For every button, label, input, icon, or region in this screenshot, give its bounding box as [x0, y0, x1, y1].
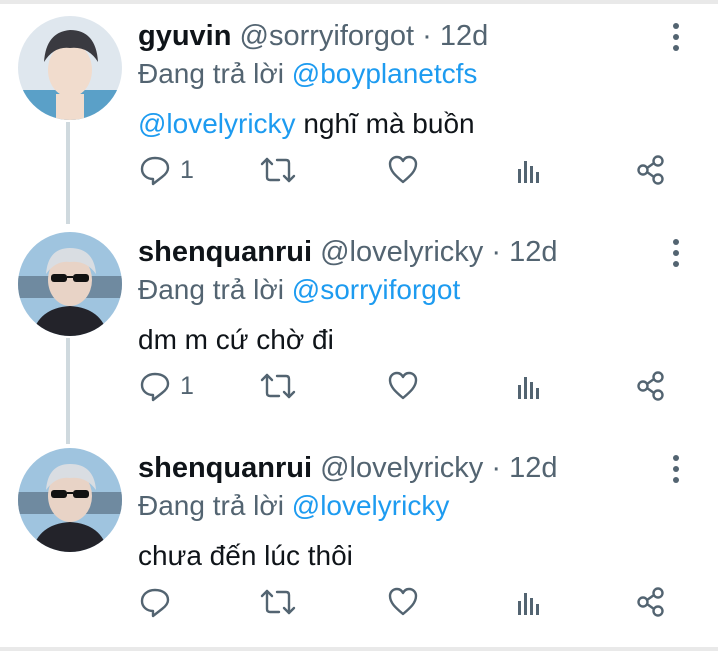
tweet-text: @lovelyricky nghĩ mà buồn [138, 106, 475, 142]
display-name[interactable]: shenquanrui [138, 236, 312, 268]
tweet-body: chưa đến lúc thôi [138, 540, 353, 571]
retweet-icon [260, 373, 296, 399]
handle[interactable]: @lovelyricky [320, 236, 483, 268]
reply-context: Đang trả lời @lovelyricky [138, 488, 449, 524]
retweet-icon [260, 157, 296, 183]
like-button[interactable] [386, 582, 420, 622]
views-button[interactable] [512, 582, 546, 622]
tweet[interactable]: shenquanrui @lovelyricky · 12d Đang trả … [0, 216, 718, 432]
timestamp[interactable]: 12d [509, 452, 557, 484]
avatar[interactable] [18, 232, 122, 336]
handle[interactable]: @lovelyricky [320, 452, 483, 484]
timestamp[interactable]: 12d [509, 236, 557, 268]
display-name[interactable]: gyuvin [138, 20, 231, 52]
tweet-header: gyuvin @sorryiforgot · 12d [138, 18, 488, 54]
tweet[interactable]: shenquanrui @lovelyricky · 12d Đang trả … [0, 432, 718, 648]
views-button[interactable] [512, 150, 546, 190]
reply-button[interactable]: 1 [138, 366, 194, 406]
separator: · [491, 452, 501, 484]
reply-to-link[interactable]: @sorryiforgot [292, 274, 460, 305]
mention-link[interactable]: @lovelyricky [138, 108, 296, 139]
reply-to-link[interactable]: @boyplanetcfs [292, 58, 478, 89]
like-button[interactable] [386, 366, 420, 406]
views-icon [518, 161, 539, 183]
tweet-header: shenquanrui @lovelyricky · 12d [138, 450, 557, 486]
retweet-button[interactable] [258, 582, 298, 622]
more-options-icon[interactable] [664, 20, 688, 56]
tweet-body: dm m cứ chờ đi [138, 324, 334, 355]
share-icon [637, 155, 664, 185]
like-icon [388, 587, 418, 616]
share-icon [637, 587, 664, 617]
like-button[interactable] [386, 150, 420, 190]
tweet-text: dm m cứ chờ đi [138, 322, 334, 358]
reply-count: 1 [180, 155, 194, 184]
reply-icon [140, 372, 170, 402]
views-icon [518, 377, 539, 399]
reply-context: Đang trả lời @boyplanetcfs [138, 56, 477, 92]
timestamp[interactable]: 12d [440, 20, 488, 52]
tweet[interactable]: gyuvin @sorryiforgot · 12d Đang trả lời … [0, 0, 718, 216]
more-options-icon[interactable] [664, 452, 688, 488]
reply-count: 1 [180, 371, 194, 400]
share-button[interactable] [634, 366, 668, 406]
avatar[interactable] [18, 16, 122, 120]
share-button[interactable] [634, 582, 668, 622]
reply-context: Đang trả lời @sorryiforgot [138, 272, 460, 308]
more-options-icon[interactable] [664, 236, 688, 272]
bottom-divider [0, 647, 718, 651]
retweet-button[interactable] [258, 366, 298, 406]
reply-button[interactable]: 1 [138, 150, 194, 190]
separator: · [422, 20, 432, 52]
views-icon [518, 593, 539, 615]
reply-to-link[interactable]: @lovelyricky [292, 490, 450, 521]
share-button[interactable] [634, 150, 668, 190]
tweet-header: shenquanrui @lovelyricky · 12d [138, 234, 557, 270]
share-icon [637, 371, 664, 401]
reply-prefix: Đang trả lời [138, 58, 284, 89]
reply-prefix: Đang trả lời [138, 274, 284, 305]
display-name[interactable]: shenquanrui [138, 452, 312, 484]
handle[interactable]: @sorryiforgot [240, 20, 414, 52]
retweet-icon [260, 589, 296, 615]
action-bar: 1 [0, 366, 718, 406]
tweet-body: nghĩ mà buồn [295, 108, 475, 139]
retweet-button[interactable] [258, 150, 298, 190]
action-bar: 1 [0, 150, 718, 190]
action-bar [0, 582, 718, 622]
reply-icon [140, 156, 170, 186]
reply-button[interactable] [138, 582, 180, 622]
separator: · [491, 236, 501, 268]
avatar[interactable] [18, 448, 122, 552]
tweet-text: chưa đến lúc thôi [138, 538, 353, 574]
like-icon [388, 155, 418, 184]
like-icon [388, 371, 418, 400]
reply-icon [140, 588, 170, 618]
views-button[interactable] [512, 366, 546, 406]
reply-prefix: Đang trả lời [138, 490, 284, 521]
